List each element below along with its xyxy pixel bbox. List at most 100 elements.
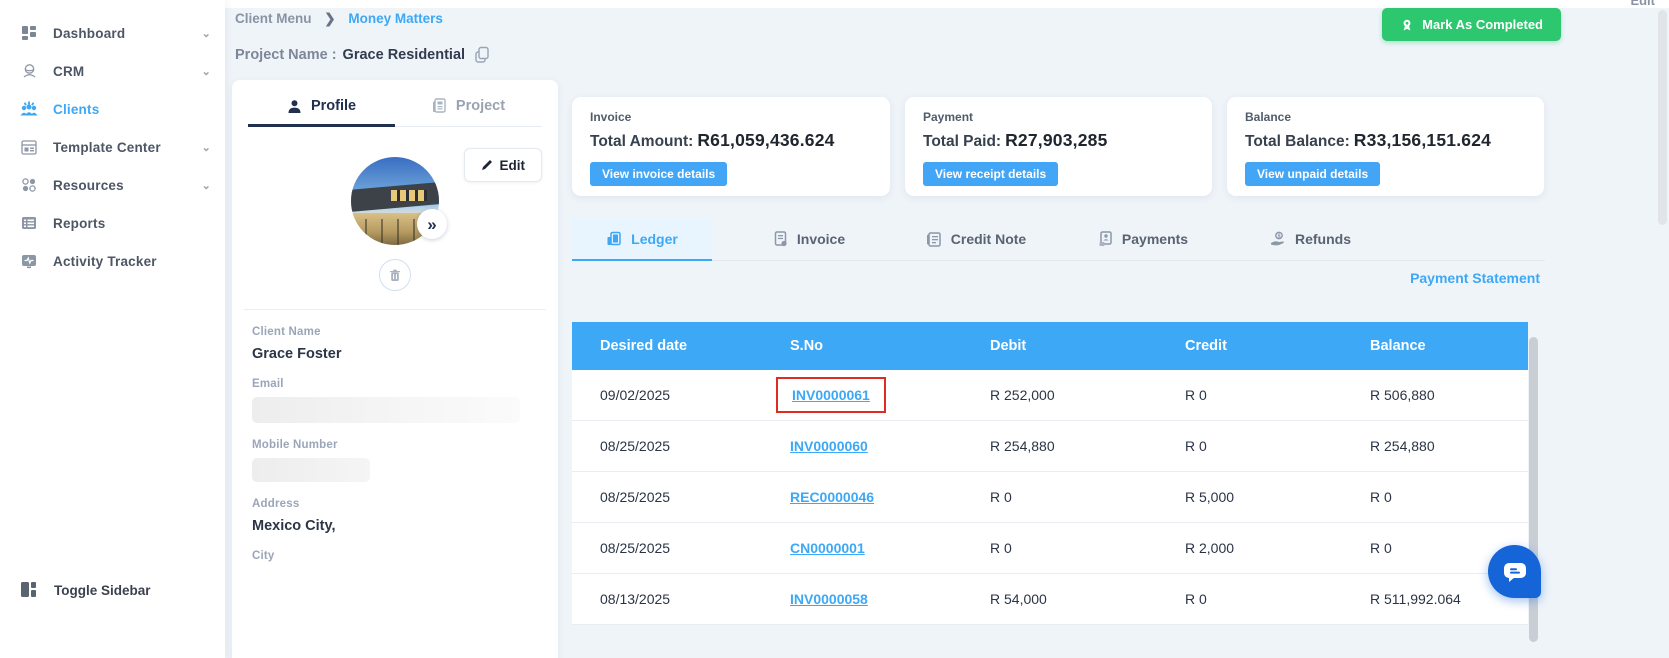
sidebar-item-activity-tracker[interactable]: Activity Tracker: [0, 242, 225, 280]
breadcrumb-current[interactable]: Money Matters: [348, 11, 443, 26]
resources-icon: [20, 176, 38, 194]
tab-payments-label: Payments: [1121, 231, 1189, 247]
copy-icon[interactable]: [474, 46, 490, 63]
metric-value: R61,059,436.624: [697, 130, 835, 150]
tab-payments[interactable]: Payments: [1073, 218, 1213, 260]
cell-debit: R 252,000: [990, 387, 1055, 403]
toggle-sidebar-icon: [20, 581, 38, 599]
column-header-balance: Balance: [1370, 338, 1426, 354]
cell-balance: R 254,880: [1370, 438, 1435, 454]
clients-icon: [20, 100, 38, 118]
payments-icon: [1098, 231, 1113, 247]
card-title: Invoice: [590, 110, 632, 124]
cell-credit: R 2,000: [1185, 540, 1235, 556]
metric-label: Total Paid:: [923, 133, 1002, 150]
invoice-summary-card: Invoice Total Amount: R61,059,436.624 Vie…: [572, 97, 890, 196]
field-value: Grace Foster: [252, 346, 342, 362]
ledger-table: Desired date S.No Debit Credit Balance 0…: [572, 322, 1538, 642]
top-strip: [225, 0, 1669, 8]
table-scrollbar[interactable]: [1529, 325, 1538, 658]
tab-refunds[interactable]: $ Refunds: [1240, 218, 1380, 260]
ledger-tab-bar: Ledger Invoice Credit Note Payments $ Re…: [572, 218, 1545, 261]
tab-credit-note[interactable]: Credit Note: [906, 218, 1046, 260]
delete-avatar-button[interactable]: [379, 259, 411, 291]
template-center-icon: [20, 138, 38, 156]
field-client-name: Client Name Grace Foster: [248, 326, 542, 362]
payment-statement-link[interactable]: Payment Statement: [1410, 270, 1540, 286]
tab-project[interactable]: Project: [395, 98, 542, 126]
project-name-row: Project Name : Grace Residential: [235, 46, 490, 63]
tab-profile[interactable]: Profile: [248, 98, 395, 127]
document-link[interactable]: CN0000001: [790, 540, 865, 556]
sidebar-item-label: Template Center: [53, 139, 161, 155]
sidebar-item-crm[interactable]: CRM ⌄: [0, 52, 225, 90]
field-label: Client Name: [252, 326, 321, 338]
page-scrollbar-thumb[interactable]: [1658, 10, 1667, 225]
toggle-sidebar-button[interactable]: Toggle Sidebar: [0, 572, 225, 608]
table-row: 08/25/2025 REC0000046 R 0 R 5,000 R 0: [572, 472, 1528, 523]
document-link[interactable]: REC0000046: [790, 489, 874, 505]
field-mobile-number: Mobile Number: [248, 439, 542, 482]
tab-ledger-label: Ledger: [631, 231, 678, 247]
sidebar: Dashboard ⌄ CRM ⌄ Clients Template Cente…: [0, 0, 225, 658]
client-profile-card: Profile Project Edit » Client Name Grace…: [232, 80, 558, 658]
sidebar-item-clients[interactable]: Clients: [0, 90, 225, 128]
redacted-mobile-value: [252, 458, 370, 482]
redacted-email-value: [252, 397, 520, 423]
edit-button-label: Edit: [499, 157, 526, 173]
sidebar-item-label: Reports: [53, 215, 106, 231]
view-invoice-details-button[interactable]: View invoice details: [590, 162, 728, 186]
metric-value: R27,903,285: [1005, 130, 1108, 150]
sidebar-item-label: Clients: [53, 101, 100, 117]
sidebar-item-dashboard[interactable]: Dashboard ⌄: [0, 14, 225, 52]
card-title: Balance: [1245, 110, 1292, 124]
breadcrumb-separator-icon: ❯: [324, 11, 336, 26]
tab-invoice[interactable]: Invoice: [739, 218, 879, 260]
field-value: Mexico City,: [252, 518, 336, 534]
highlight-box: INV0000061: [776, 377, 886, 413]
sidebar-item-reports[interactable]: Reports: [0, 204, 225, 242]
mark-as-completed-button[interactable]: Mark As Completed: [1382, 8, 1561, 41]
cell-debit: R 0: [990, 489, 1012, 505]
view-unpaid-details-button[interactable]: View unpaid details: [1245, 162, 1381, 186]
cell-credit: R 0: [1185, 591, 1207, 607]
column-header-desired-date: Desired date: [600, 338, 688, 354]
card-title: Payment: [923, 110, 974, 124]
tab-invoice-label: Invoice: [796, 231, 846, 247]
page-scrollbar[interactable]: [1658, 10, 1667, 650]
award-icon: [1400, 18, 1414, 32]
edit-client-button[interactable]: Edit: [463, 148, 542, 182]
document-link[interactable]: INV0000058: [790, 591, 868, 607]
project-name-label: Project Name :: [235, 46, 337, 63]
table-row: 08/25/2025 INV0000060 R 254,880 R 0 R 25…: [572, 421, 1528, 472]
tab-ledger[interactable]: Ledger: [572, 218, 712, 261]
table-row: 08/25/2025 CN0000001 R 0 R 2,000 R 0: [572, 523, 1528, 574]
column-header-sno: S.No: [790, 338, 824, 354]
invoice-icon: [773, 231, 788, 247]
sidebar-item-label: CRM: [53, 63, 85, 79]
sidebar-item-template-center[interactable]: Template Center ⌄: [0, 128, 225, 166]
project-name-value: Grace Residential: [342, 46, 466, 63]
field-label: Email: [252, 378, 284, 390]
sidebar-item-resources[interactable]: Resources ⌄: [0, 166, 225, 204]
summary-cards: Invoice Total Amount: R61,059,436.624 Vie…: [572, 97, 1544, 196]
cell-balance: R 0: [1370, 489, 1392, 505]
sidebar-item-label: Activity Tracker: [53, 253, 157, 269]
view-receipt-details-button[interactable]: View receipt details: [923, 162, 1059, 186]
document-link[interactable]: INV0000061: [792, 387, 870, 403]
credit-note-icon: [926, 231, 942, 247]
chat-widget-button[interactable]: [1488, 545, 1541, 598]
profile-card-tabs: Profile Project: [248, 98, 542, 127]
sidebar-item-label: Resources: [53, 177, 124, 193]
document-link[interactable]: INV0000060: [790, 438, 868, 454]
chevron-down-icon: ⌄: [201, 27, 211, 40]
divider: [244, 309, 546, 310]
tab-project-label: Project: [455, 98, 506, 114]
reports-icon: [20, 214, 38, 232]
tab-credit-note-label: Credit Note: [950, 231, 1027, 247]
pencil-icon: [481, 159, 493, 171]
breadcrumb-parent[interactable]: Client Menu: [235, 11, 312, 26]
field-email: Email: [248, 378, 542, 423]
sidebar-item-label: Dashboard: [53, 25, 126, 41]
avatar-expand-badge[interactable]: »: [417, 209, 447, 239]
